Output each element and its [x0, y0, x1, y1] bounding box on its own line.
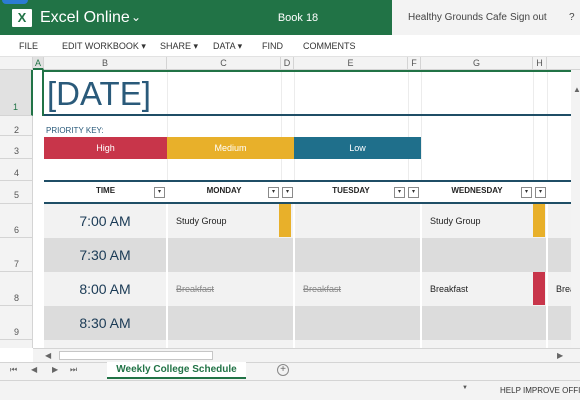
scroll-right-icon[interactable]: ▶ [557, 351, 563, 361]
menu-share[interactable]: SHARE ▾ [160, 40, 198, 52]
add-sheet-icon[interactable]: + [277, 364, 289, 376]
office-tab-marker [2, 0, 28, 4]
account-area: Healthy Grounds Cafe Sign out ? [392, 0, 580, 35]
next-sheet-icon[interactable]: ▶ [52, 365, 58, 375]
priority-key-label: PRIORITY KEY: [46, 126, 104, 135]
priority-high-marker [533, 272, 545, 305]
horizontal-scroll-thumb[interactable] [59, 351, 213, 360]
priority-medium[interactable]: Medium [167, 137, 294, 159]
event-cell[interactable]: Breakfast [430, 272, 468, 306]
filter-dropdown-button[interactable]: ▾ [154, 187, 165, 198]
time-cell[interactable]: 7:00 AM [44, 204, 166, 238]
column-header-a[interactable]: A [33, 57, 44, 70]
column-header-c[interactable]: C [167, 57, 281, 70]
priority-high[interactable]: High [44, 137, 167, 159]
help-icon[interactable]: ? [569, 12, 575, 24]
priority-medium-marker [533, 204, 545, 237]
help-improve-office-link[interactable]: HELP IMPROVE OFFICE [500, 386, 580, 396]
date-title[interactable]: [DATE] [47, 75, 151, 113]
header-monday[interactable]: MONDAY [167, 185, 281, 197]
cell-divider [293, 204, 295, 348]
menu-edit-workbook[interactable]: EDIT WORKBOOK ▾ [62, 40, 146, 52]
cell-divider [546, 204, 548, 348]
title-bar: X Excel Online ⌄ Book 18 Healthy Grounds… [0, 0, 580, 35]
row-header-8[interactable]: 8 [0, 272, 33, 306]
sign-out-link[interactable]: Sign out [510, 12, 547, 24]
filter-dropdown-button[interactable]: ▾ [282, 187, 293, 198]
last-sheet-icon[interactable]: ⏭ [70, 365, 77, 375]
cell-divider [420, 204, 422, 348]
event-cell[interactable]: Breakfast [176, 272, 214, 306]
vertical-scrollbar[interactable] [571, 70, 580, 348]
row-header-4[interactable]: 4 [0, 159, 33, 181]
menu-comments[interactable]: COMMENTS [303, 40, 356, 52]
event-cell[interactable]: Breakfast [303, 272, 341, 306]
account-name[interactable]: Healthy Grounds Cafe [408, 12, 507, 24]
chevron-down-icon[interactable]: ⌄ [131, 8, 141, 27]
scroll-left-icon[interactable]: ◀ [45, 351, 51, 361]
workbook-name[interactable]: Book 18 [258, 11, 338, 25]
status-bar [0, 380, 580, 400]
event-cell[interactable]: Study Group [176, 204, 227, 238]
filter-dropdown-button[interactable]: ▾ [394, 187, 405, 198]
column-header-d[interactable]: D [281, 57, 294, 70]
row-header-2[interactable]: 2 [0, 116, 33, 136]
row-headers: 1 2 3 4 5 6 7 8 9 [0, 70, 33, 348]
column-header-h[interactable]: H [533, 57, 547, 70]
menu-find[interactable]: FIND [262, 40, 283, 52]
excel-logo-icon[interactable]: X [12, 9, 32, 27]
header-tuesday[interactable]: TUESDAY [294, 185, 408, 197]
column-header-e[interactable]: E [294, 57, 408, 70]
column-headers: A B C D E F G H [0, 57, 580, 70]
row-header-6[interactable]: 6 [0, 204, 33, 238]
menu-file[interactable]: FILE [19, 40, 38, 52]
sheet-tab-weekly-college-schedule[interactable]: Weekly College Schedule [107, 362, 246, 379]
ribbon-menu: FILE EDIT WORKBOOK ▾ SHARE ▾ DATA ▾ FIND… [0, 35, 580, 57]
row-header-5[interactable]: 5 [0, 181, 33, 204]
priority-low[interactable]: Low [294, 137, 421, 159]
column-header-g[interactable]: G [421, 57, 533, 70]
row-header-7[interactable]: 7 [0, 238, 33, 272]
prev-sheet-icon[interactable]: ◀ [31, 365, 37, 375]
title-underline [44, 114, 574, 116]
header-wednesday[interactable]: WEDNESDAY [421, 185, 533, 197]
column-header-b[interactable]: B [44, 57, 167, 70]
filter-dropdown-button[interactable]: ▾ [535, 187, 546, 198]
filter-dropdown-button[interactable]: ▾ [521, 187, 532, 198]
filter-dropdown-button[interactable]: ▾ [408, 187, 419, 198]
app-title[interactable]: Excel Online [40, 8, 130, 27]
header-time[interactable]: TIME [44, 185, 167, 197]
menu-data[interactable]: DATA ▾ [213, 40, 242, 52]
row-header-9[interactable]: 9 [0, 306, 33, 340]
row-header-3[interactable]: 3 [0, 136, 33, 159]
first-sheet-icon[interactable]: ⏮ [10, 365, 17, 375]
priority-medium-marker [279, 204, 291, 237]
time-cell[interactable]: 7:30 AM [44, 238, 166, 272]
schedule-row [44, 340, 580, 348]
cell-divider [166, 204, 168, 348]
event-cell[interactable]: Study Group [430, 204, 481, 238]
column-header-f[interactable]: F [408, 57, 421, 70]
filter-dropdown-button[interactable]: ▾ [268, 187, 279, 198]
status-dropdown-icon[interactable]: ▼ [462, 385, 468, 391]
time-cell[interactable]: 8:30 AM [44, 306, 166, 340]
sheet-tab-bar [0, 362, 580, 380]
row-header-1[interactable]: 1 [0, 70, 33, 116]
scroll-up-icon[interactable]: ▲ [573, 85, 580, 95]
time-cell[interactable]: 8:00 AM [44, 272, 166, 306]
select-all-corner[interactable] [0, 57, 33, 70]
